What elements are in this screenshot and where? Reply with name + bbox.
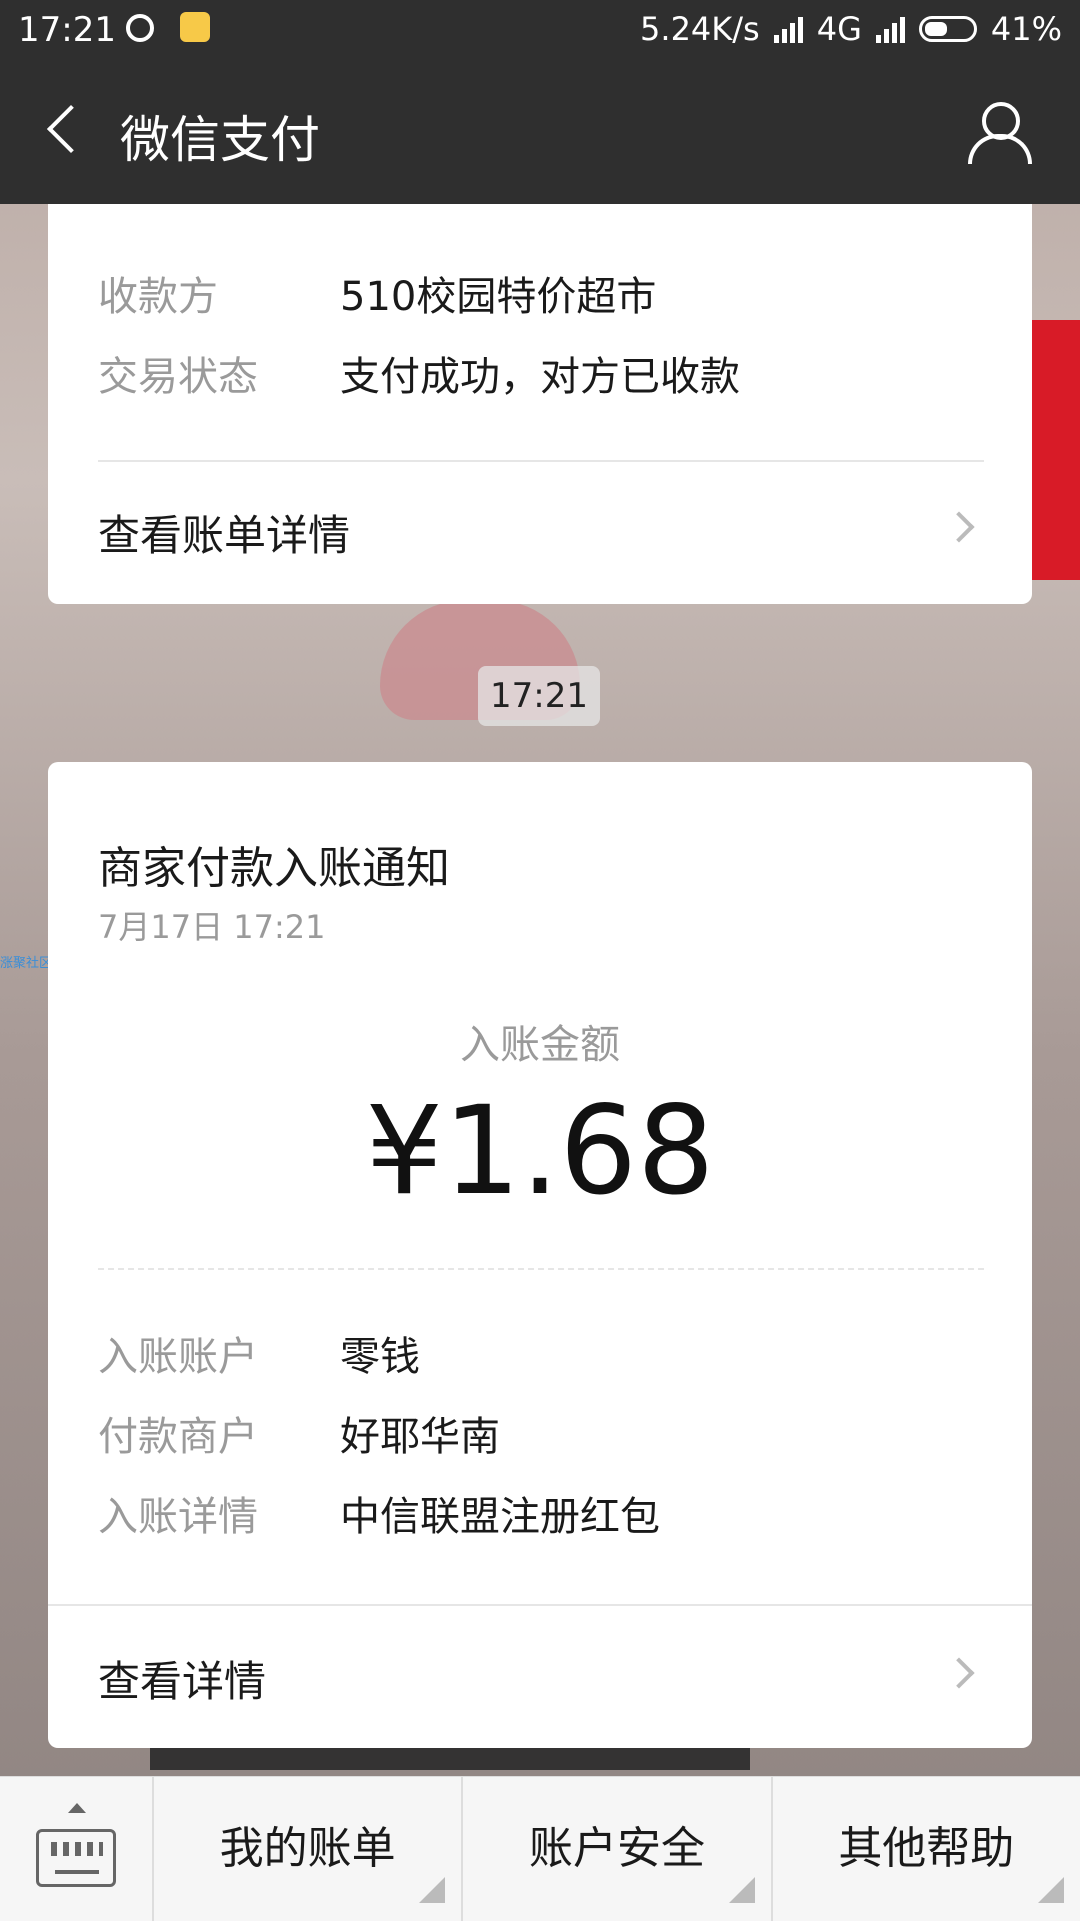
status-time: 17:21 — [18, 10, 116, 50]
payee-value: 510校园特价超市 — [340, 274, 657, 320]
submenu-indicator-icon — [419, 1877, 446, 1903]
merchant-value: 好耶华南 — [340, 1414, 500, 1460]
battery-icon — [918, 16, 977, 42]
status-bar: 17:21 5.24K/s 4G 41% — [0, 0, 1080, 62]
divider — [48, 1604, 1032, 1606]
profile-icon[interactable] — [966, 100, 1032, 164]
menu-my-bills-label: 我的账单 — [219, 1823, 396, 1874]
signal-icon — [875, 15, 905, 43]
notice-date: 7月17日 17:21 — [98, 908, 326, 946]
payee-label: 收款方 — [98, 274, 218, 320]
amount-value: ¥1.68 — [365, 1080, 715, 1222]
menu-other-help-label: 其他帮助 — [838, 1823, 1015, 1874]
dashed-divider — [98, 1268, 984, 1270]
page-title: 微信支付 — [120, 111, 320, 169]
watermark-text: 涨聚社区 — [0, 956, 53, 971]
amount-label: 入账金额 — [460, 1022, 620, 1068]
back-arrow-icon[interactable] — [40, 102, 100, 162]
view-bill-details-link[interactable]: 查看账单详情 — [98, 502, 984, 563]
notice-card: 商家付款入账通知 7月17日 17:21 入账金额 ¥1.68 入账账户 零钱 付… — [48, 762, 1032, 1748]
arrow-up-icon — [68, 1803, 86, 1813]
chevron-right-icon — [943, 1657, 975, 1689]
detail-row: 入账详情 中信联盟注册红包 — [98, 1484, 660, 1542]
hd-signal-icon — [773, 15, 803, 43]
network-speed: 5.24K/s — [640, 10, 760, 48]
view-details-label: 查看详情 — [98, 1657, 267, 1706]
notice-title: 商家付款入账通知 — [98, 843, 450, 894]
submenu-indicator-icon — [728, 1877, 755, 1903]
detail-value: 中信联盟注册红包 — [340, 1494, 660, 1540]
message-timestamp: 17:21 — [478, 666, 600, 726]
chevron-right-icon — [943, 511, 975, 543]
battery-level: 41% — [990, 10, 1062, 48]
status-value: 支付成功，对方已收款 — [340, 354, 740, 400]
app-notification-icon — [180, 12, 210, 42]
account-value: 零钱 — [340, 1334, 420, 1380]
menu-account-security[interactable]: 账户安全 — [463, 1777, 773, 1921]
menu-other-help[interactable]: 其他帮助 — [773, 1777, 1080, 1921]
payee-row: 收款方 510校园特价超市 — [98, 264, 656, 322]
keyboard-toggle-button[interactable] — [0, 1777, 154, 1921]
detail-label: 入账详情 — [98, 1494, 258, 1540]
keyboard-icon — [36, 1829, 116, 1887]
merchant-label: 付款商户 — [98, 1414, 258, 1460]
payment-card: 收款方 510校园特价超市 交易状态 支付成功，对方已收款 查看账单详情 — [48, 204, 1032, 604]
status-row: 交易状态 支付成功，对方已收款 — [98, 344, 740, 402]
merchant-row: 付款商户 好耶华南 — [98, 1404, 500, 1462]
view-details-link[interactable]: 查看详情 — [98, 1648, 984, 1709]
bottom-menu: 我的账单 账户安全 其他帮助 — [0, 1776, 1080, 1921]
profile-icon-body — [968, 134, 1032, 164]
view-bill-details-label: 查看账单详情 — [98, 511, 351, 560]
message-icon — [126, 14, 154, 42]
menu-my-bills[interactable]: 我的账单 — [154, 1777, 464, 1921]
submenu-indicator-icon — [1037, 1877, 1064, 1903]
account-row: 入账账户 零钱 — [98, 1324, 420, 1382]
status-label: 交易状态 — [98, 354, 258, 400]
network-type: 4G — [816, 10, 862, 48]
nav-bar: 微信支付 — [0, 62, 1080, 204]
menu-account-security-label: 账户安全 — [528, 1823, 705, 1874]
status-right-group: 5.24K/s 4G 41% — [640, 10, 1062, 48]
divider — [98, 460, 984, 462]
account-label: 入账账户 — [98, 1334, 258, 1380]
